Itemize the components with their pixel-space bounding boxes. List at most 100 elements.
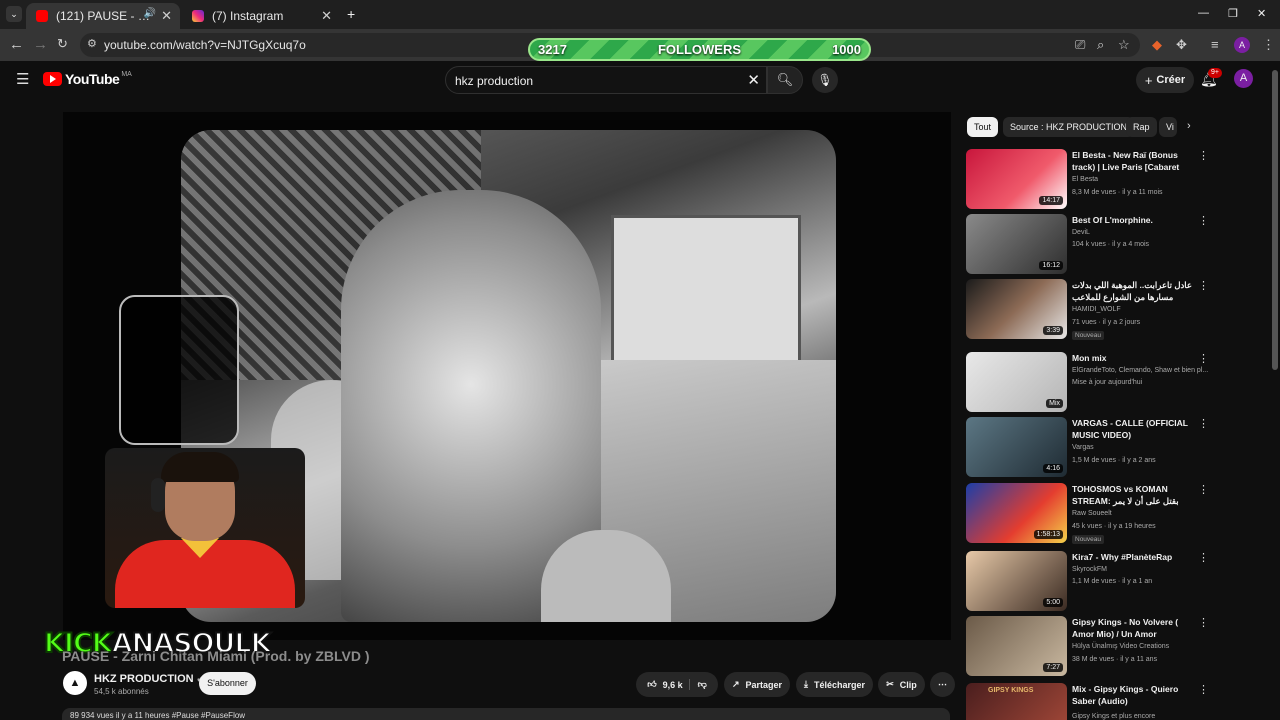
video-thumbnail[interactable]: 5:00 <box>966 551 1067 611</box>
reload-icon[interactable]: ↻ <box>57 36 68 52</box>
recommendation-item[interactable]: 14:17 El Besta - New Raï (Bonus track) |… <box>966 149 1212 211</box>
channel-name[interactable]: SkyrockFM <box>1072 566 1107 573</box>
youtube-logo[interactable]: YouTube MA <box>43 71 132 87</box>
tab-list-chevron-icon[interactable]: ⌄ <box>6 6 22 22</box>
extension-fox-icon[interactable]: ◆ <box>1152 37 1162 53</box>
hamburger-menu-icon[interactable]: ☰ <box>16 70 29 88</box>
more-options-icon[interactable]: ⋮ <box>1198 417 1209 430</box>
video-thumbnail[interactable]: GIPSY KINGS <box>966 683 1067 720</box>
more-options-icon[interactable]: ⋮ <box>1198 149 1209 162</box>
channel-name[interactable]: HAMIDI_WOLF <box>1072 306 1121 313</box>
video-title[interactable]: El Besta - New Raï (Bonus track) | Live … <box>1072 149 1200 173</box>
video-thumbnail[interactable]: 7:27 <box>966 616 1067 676</box>
media-control-icon[interactable]: ≡ <box>1211 37 1219 52</box>
search-button[interactable]: 🔍︎ <box>767 66 803 94</box>
page-scrollbar[interactable] <box>1272 70 1278 370</box>
video-thumbnail[interactable]: 16:12 <box>966 214 1067 274</box>
extensions-puzzle-icon[interactable]: ✥ <box>1176 37 1187 53</box>
video-thumbnail[interactable]: Mix <box>966 352 1067 412</box>
video-title[interactable]: Kira7 - Why #PlanèteRap <box>1072 551 1200 563</box>
dislike-button[interactable]: 👎︎ <box>688 679 707 690</box>
channel-name-text[interactable]: HKZ PRODUCTION <box>94 673 194 685</box>
recommendation-item[interactable]: 4:16 VARGAS - CALLE (OFFICIAL MUSIC VIDE… <box>966 417 1212 479</box>
channel-name[interactable]: DeviL <box>1072 229 1090 236</box>
channel-name[interactable]: Raw Soueelt <box>1072 510 1112 517</box>
more-options-icon[interactable]: ⋮ <box>1198 616 1209 629</box>
forward-icon[interactable]: → <box>33 36 48 53</box>
channel-avatar[interactable]: ▲ <box>63 671 87 695</box>
speaker-icon[interactable]: 🔊 <box>144 8 156 19</box>
chip-source[interactable]: Source : HKZ PRODUCTION <box>1003 117 1135 137</box>
clear-search-icon[interactable]: ✕ <box>747 71 760 89</box>
chip-videos[interactable]: Vi <box>1159 117 1177 137</box>
minimize-button[interactable]: — <box>1198 7 1209 19</box>
channel-name[interactable]: ElGrandeToto, Clemando, Shaw et bien pl.… <box>1072 367 1208 374</box>
instagram-favicon-icon <box>192 10 204 22</box>
subscribe-button[interactable]: S'abonner <box>199 672 256 695</box>
recommendation-item[interactable]: 16:12 Best Of L'morphine. DeviL 104 k vu… <box>966 214 1212 276</box>
recommendation-item[interactable]: 5:00 Kira7 - Why #PlanèteRap SkyrockFM 1… <box>966 551 1212 613</box>
video-title[interactable]: Mon mix <box>1072 352 1200 364</box>
tab-instagram[interactable]: (7) Instagram ✕ <box>182 3 340 29</box>
channel-name[interactable]: Gipsy Kings et plus encore <box>1072 713 1155 720</box>
more-options-icon[interactable]: ⋮ <box>1198 214 1209 227</box>
close-tab-icon[interactable]: ✕ <box>321 8 332 24</box>
zoom-icon[interactable]: ⌕ <box>1097 37 1104 53</box>
account-avatar[interactable]: A <box>1234 69 1253 88</box>
site-info-icon[interactable]: ⚙ <box>87 37 97 50</box>
video-title[interactable]: Gipsy Kings - No Volvere ( Amor Mio) / U… <box>1072 616 1200 640</box>
video-title[interactable]: VARGAS - CALLE (OFFICIAL MUSIC VIDEO) <box>1072 417 1200 441</box>
more-options-icon[interactable]: ⋮ <box>1198 483 1209 496</box>
close-window-button[interactable]: ✕ <box>1257 7 1266 20</box>
video-thumbnail[interactable]: 4:16 <box>966 417 1067 477</box>
search-input[interactable]: hkz production ✕ <box>445 66 767 94</box>
bookmark-star-icon[interactable]: ☆ <box>1118 37 1130 53</box>
chip-all[interactable]: Tout <box>967 117 999 137</box>
video-thumbnail[interactable]: 3:39 <box>966 279 1067 339</box>
share-button[interactable]: ↗ Partager <box>724 672 790 697</box>
search-query[interactable]: hkz production <box>455 74 533 88</box>
video-title[interactable]: عادل تاعرابت.. الموهبة اللي بدلات مسارها… <box>1072 279 1200 303</box>
tab-title: (7) Instagram <box>212 9 284 23</box>
voice-search-button[interactable]: 🎙︎ <box>812 67 838 93</box>
more-options-icon[interactable]: ⋮ <box>1198 551 1209 564</box>
more-options-icon[interactable]: ⋮ <box>1198 683 1209 696</box>
url-text[interactable]: youtube.com/watch?v=NJTGgXcuq7o <box>104 38 306 52</box>
video-thumbnail[interactable]: 14:17 <box>966 149 1067 209</box>
chips-next-icon[interactable]: › <box>1187 120 1191 132</box>
channel-name[interactable]: El Besta <box>1072 176 1098 183</box>
tab-youtube[interactable]: (121) PAUSE - Zarni Chitan 🔊 ✕ <box>26 3 180 29</box>
recommendation-item[interactable]: Mix Mon mix ElGrandeToto, Clemando, Shaw… <box>966 352 1212 414</box>
channel-name[interactable]: Hülya Ünalmış Video Creations <box>1072 643 1169 650</box>
more-options-icon[interactable]: ⋮ <box>1198 279 1209 292</box>
browser-menu-icon[interactable]: ⋮ <box>1262 37 1275 53</box>
youtube-play-icon <box>43 72 62 86</box>
channel-name[interactable]: Vargas <box>1072 444 1094 451</box>
recommendation-item[interactable]: 7:27 Gipsy Kings - No Volvere ( Amor Mio… <box>966 616 1212 678</box>
duration-badge: 7:27 <box>1043 663 1063 672</box>
like-dislike-group: 👍︎ 9,6 k 👎︎ <box>636 672 718 697</box>
maximize-button[interactable]: ❐ <box>1228 7 1238 20</box>
download-button[interactable]: ⤓ Télécharger <box>796 672 873 697</box>
recommendation-item[interactable]: GIPSY KINGS Mix - Gipsy Kings - Quiero S… <box>966 683 1212 720</box>
create-button[interactable]: + Créer <box>1136 67 1194 93</box>
like-button[interactable]: 👍︎ 9,6 k <box>647 679 682 690</box>
new-tab-button[interactable]: + <box>347 6 355 22</box>
recommendation-item[interactable]: 1:58:13 TOHOSMOS vs KOMAN STREAM: بقتل ع… <box>966 483 1212 545</box>
clip-button[interactable]: ✂ Clip <box>878 672 925 697</box>
video-title[interactable]: TOHOSMOS vs KOMAN STREAM: بقتل على أن لا… <box>1072 483 1200 507</box>
video-thumbnail[interactable]: 1:58:13 <box>966 483 1067 543</box>
more-actions-button[interactable]: ⋯ <box>930 672 955 697</box>
description-box[interactable]: 89 934 vues il y a 11 heures #Pause #Pau… <box>62 708 950 720</box>
profile-avatar-icon[interactable]: A <box>1234 37 1250 53</box>
video-title[interactable]: Mix - Gipsy Kings - Quiero Saber (Audio) <box>1072 683 1200 707</box>
video-title[interactable]: Best Of L'morphine. <box>1072 214 1200 226</box>
back-icon[interactable]: ← <box>9 36 24 53</box>
channel-name[interactable]: HKZ PRODUCTION ✔ <box>94 673 204 685</box>
close-tab-icon[interactable]: ✕ <box>161 8 172 24</box>
more-options-icon[interactable]: ⋮ <box>1198 352 1209 365</box>
cast-icon[interactable]: ⎚ <box>1075 37 1085 53</box>
chip-rap[interactable]: Rap <box>1126 117 1157 137</box>
scissors-icon: ✂ <box>886 679 894 689</box>
recommendation-item[interactable]: 3:39 عادل تاعرابت.. الموهبة اللي بدلات م… <box>966 279 1212 341</box>
